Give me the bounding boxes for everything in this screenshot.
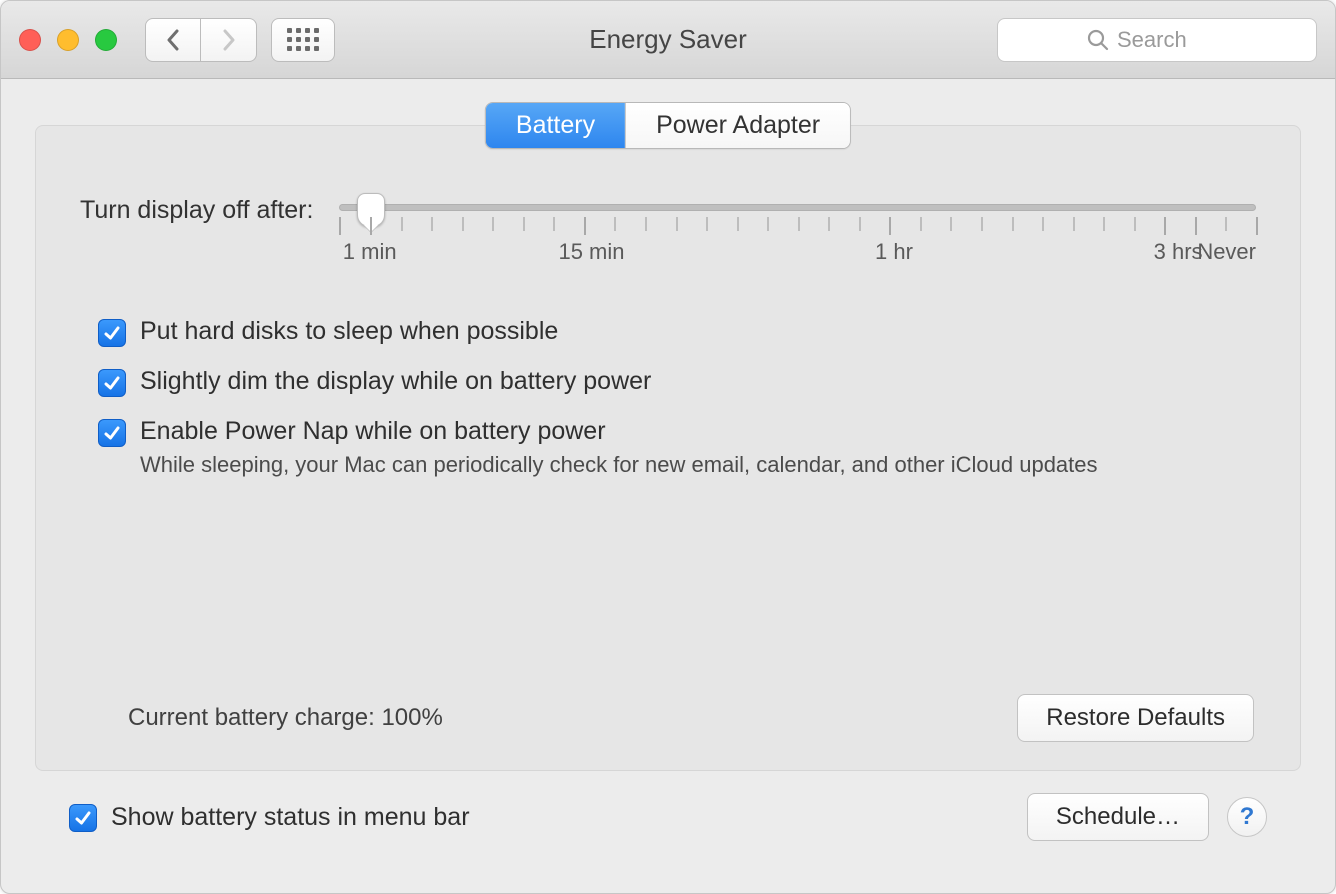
search-input[interactable] <box>1117 27 1227 53</box>
option-dim-display: Slightly dim the display while on batter… <box>98 367 1256 397</box>
panel-footer: Current battery charge: 100% Restore Def… <box>80 694 1256 742</box>
back-button[interactable] <box>145 18 201 62</box>
chevron-left-icon <box>165 29 181 51</box>
help-button[interactable]: ? <box>1227 797 1267 837</box>
checkmark-icon <box>102 323 122 343</box>
option-hard-disks: Put hard disks to sleep when possible <box>98 317 1256 347</box>
tick-label-1hr: 1 hr <box>875 239 913 265</box>
window-footer: Show battery status in menu bar Schedule… <box>35 771 1301 869</box>
checkmark-icon <box>102 373 122 393</box>
settings-panel: Battery Power Adapter Turn display off a… <box>35 125 1301 771</box>
titlebar: Energy Saver <box>1 1 1335 79</box>
battery-charge-status: Current battery charge: 100% <box>128 704 443 732</box>
window-minimize-button[interactable] <box>57 29 79 51</box>
question-mark-icon: ? <box>1240 803 1255 831</box>
display-sleep-row: Turn display off after: 1 min 15 min 1 h… <box>80 196 1256 267</box>
options-list: Put hard disks to sleep when possible Sl… <box>98 317 1256 478</box>
grid-icon <box>287 28 319 51</box>
restore-defaults-button[interactable]: Restore Defaults <box>1017 694 1254 742</box>
window-zoom-button[interactable] <box>95 29 117 51</box>
tab-power-adapter[interactable]: Power Adapter <box>625 103 850 148</box>
checkbox-dim-display[interactable] <box>98 369 126 397</box>
option-dim-display-label: Slightly dim the display while on batter… <box>140 367 651 396</box>
tick-label-3hrs: 3 hrs <box>1154 239 1203 265</box>
checkbox-power-nap[interactable] <box>98 419 126 447</box>
search-field[interactable] <box>997 18 1317 62</box>
display-sleep-slider[interactable]: 1 min 15 min 1 hr 3 hrs Never <box>339 196 1256 267</box>
display-sleep-label: Turn display off after: <box>80 196 313 225</box>
checkmark-icon <box>73 808 93 828</box>
chevron-right-icon <box>221 29 237 51</box>
option-hard-disks-label: Put hard disks to sleep when possible <box>140 317 558 346</box>
slider-ticks <box>339 217 1256 235</box>
nav-buttons <box>145 18 257 62</box>
tick-label-15min: 15 min <box>558 239 624 265</box>
preferences-window: Energy Saver Battery Power Adapter Turn … <box>0 0 1336 894</box>
forward-button[interactable] <box>201 18 257 62</box>
tab-battery[interactable]: Battery <box>486 103 625 148</box>
show-all-button[interactable] <box>271 18 335 62</box>
power-source-tabs: Battery Power Adapter <box>485 102 851 149</box>
option-power-nap: Enable Power Nap while on battery power … <box>98 417 1256 478</box>
content-area: Battery Power Adapter Turn display off a… <box>1 79 1335 893</box>
checkbox-show-battery-menubar[interactable] <box>69 804 97 832</box>
show-battery-menubar-label: Show battery status in menu bar <box>111 803 470 832</box>
tick-label-never: Never <box>1197 239 1256 265</box>
option-power-nap-description: While sleeping, your Mac can periodicall… <box>140 452 1098 478</box>
checkmark-icon <box>102 423 122 443</box>
window-close-button[interactable] <box>19 29 41 51</box>
tick-label-1min: 1 min <box>343 239 397 265</box>
slider-track <box>339 204 1256 211</box>
search-icon <box>1087 29 1109 51</box>
slider-tick-labels: 1 min 15 min 1 hr 3 hrs Never <box>339 239 1256 267</box>
option-power-nap-label: Enable Power Nap while on battery power <box>140 417 1098 446</box>
traffic-lights <box>19 29 117 51</box>
schedule-button[interactable]: Schedule… <box>1027 793 1209 841</box>
checkbox-hard-disks[interactable] <box>98 319 126 347</box>
